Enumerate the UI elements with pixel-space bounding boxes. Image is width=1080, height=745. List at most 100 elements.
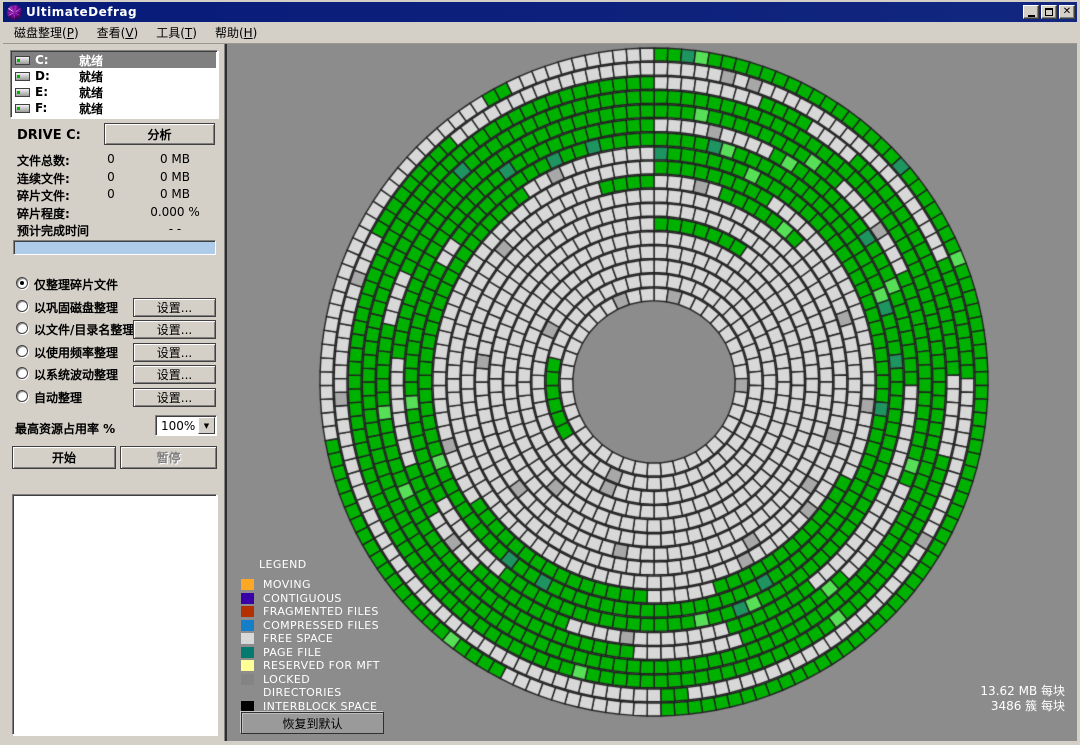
stat-label: 碎片程度: xyxy=(17,205,70,222)
block-info: 13.62 MB 每块 3486 簇 每块 xyxy=(980,684,1065,714)
titlebar[interactable]: UltimateDefrag ✕ xyxy=(3,2,1077,22)
method-radio[interactable] xyxy=(16,322,28,334)
legend-swatch xyxy=(241,701,254,712)
control-panel: C:就绪D:就绪E:就绪F:就绪 DRIVE C: 分析 文件总数:00 MB连… xyxy=(3,44,225,741)
drive-list[interactable]: C:就绪D:就绪E:就绪F:就绪 xyxy=(10,50,218,118)
legend-item: CONTIGUOUS xyxy=(241,592,380,605)
minimize-icon xyxy=(1028,15,1035,17)
block-clusters-label: 3486 簇 每块 xyxy=(980,699,1065,714)
pause-button[interactable]: 暂停 xyxy=(120,446,217,469)
close-button[interactable]: ✕ xyxy=(1059,5,1075,19)
legend-swatch xyxy=(241,593,254,604)
drive-icon xyxy=(15,72,30,81)
method-row: 以巩固磁盘整理设置... xyxy=(3,298,224,318)
start-button[interactable]: 开始 xyxy=(12,446,116,469)
legend-swatch xyxy=(241,647,254,658)
drive-letter: C: xyxy=(35,53,79,67)
settings-button[interactable]: 设置... xyxy=(133,365,216,384)
drive-row-d[interactable]: D:就绪 xyxy=(12,68,216,84)
drive-status: 就绪 xyxy=(79,68,103,85)
method-radio[interactable] xyxy=(16,345,28,357)
method-label[interactable]: 以系统波动整理 xyxy=(34,366,118,383)
window-title: UltimateDefrag xyxy=(26,5,137,19)
log-listbox[interactable] xyxy=(12,494,217,735)
stat-row: 碎片程度:0.000 % xyxy=(3,205,224,221)
legend-item: FRAGMENTED FILES xyxy=(241,605,380,618)
block-size-label: 13.62 MB 每块 xyxy=(980,684,1065,699)
method-label[interactable]: 以使用频率整理 xyxy=(34,344,118,361)
stat-row: 碎片文件: 00 MB xyxy=(3,187,224,203)
close-icon: ✕ xyxy=(1063,7,1071,17)
legend-label: FREE SPACE xyxy=(263,632,333,645)
legend-item: INTERBLOCK SPACE xyxy=(241,700,380,713)
menu-help[interactable]: 帮助(H) xyxy=(206,22,266,43)
legend-label: MOVING xyxy=(263,578,311,591)
analyze-button[interactable]: 分析 xyxy=(104,123,215,145)
legend-label: PAGE FILE xyxy=(263,646,321,659)
settings-button[interactable]: 设置... xyxy=(133,320,216,339)
legend-title: LEGEND xyxy=(259,558,380,571)
stat-size: 0 MB xyxy=(133,187,217,201)
stat-size: 0 MB xyxy=(133,170,217,184)
drive-row-c[interactable]: C:就绪 xyxy=(12,52,216,68)
resource-usage-label: 最高资源占用率 % xyxy=(15,420,115,437)
progress-bar xyxy=(13,240,216,255)
drive-icon xyxy=(15,104,30,113)
legend-swatch xyxy=(241,687,254,698)
method-radio[interactable] xyxy=(16,300,28,312)
stat-count: 0 xyxy=(91,187,131,201)
legend-swatch xyxy=(241,620,254,631)
drive-status: 就绪 xyxy=(79,52,103,69)
minimize-button[interactable] xyxy=(1023,5,1039,19)
method-label[interactable]: 以巩固磁盘整理 xyxy=(34,299,118,316)
stat-label: 碎片文件: xyxy=(17,187,70,204)
method-row: 仅整理碎片文件 xyxy=(3,275,224,295)
legend-item: PAGE FILE xyxy=(241,646,380,659)
drive-status: 就绪 xyxy=(79,84,103,101)
method-label[interactable]: 仅整理碎片文件 xyxy=(34,276,118,293)
legend-item: MOVING xyxy=(241,578,380,591)
menubar: 磁盘整理(P) 查看(V) 工具(T) 帮助(H) xyxy=(3,22,1077,44)
chevron-down-icon[interactable]: ▼ xyxy=(198,417,215,434)
method-row: 自动整理 设置... xyxy=(3,388,224,408)
legend: LEGEND MOVINGCONTIGUOUSFRAGMENTED FILESC… xyxy=(241,558,380,713)
drive-letter: F: xyxy=(35,101,79,115)
stat-label: 预计完成时间 xyxy=(17,222,89,239)
drive-row-f[interactable]: F:就绪 xyxy=(12,100,216,116)
method-radio[interactable] xyxy=(16,367,28,379)
maximize-icon xyxy=(1045,8,1053,16)
resource-usage-value: 100% xyxy=(161,419,195,433)
legend-swatch xyxy=(241,579,254,590)
settings-button[interactable]: 设置... xyxy=(133,298,216,317)
legend-label: INTERBLOCK SPACE xyxy=(263,700,377,713)
drive-icon xyxy=(15,88,30,97)
resource-usage-select[interactable]: 100% ▼ xyxy=(155,415,217,436)
method-row: 以使用频率整理设置... xyxy=(3,343,224,363)
menu-defrag[interactable]: 磁盘整理(P) xyxy=(5,22,88,43)
legend-label: FRAGMENTED FILES xyxy=(263,605,379,618)
legend-label: RESERVED FOR MFT xyxy=(263,659,380,672)
drive-icon xyxy=(15,56,30,65)
legend-item: FREE SPACE xyxy=(241,632,380,645)
stat-row: 文件总数:00 MB xyxy=(3,152,224,168)
method-radio[interactable] xyxy=(16,390,28,402)
stat-row: 预计完成时间- - xyxy=(3,222,224,238)
drive-title: DRIVE C: xyxy=(17,128,81,143)
settings-button[interactable]: 设置... xyxy=(133,388,216,407)
drive-row-e[interactable]: E:就绪 xyxy=(12,84,216,100)
legend-swatch xyxy=(241,660,254,671)
method-radio[interactable] xyxy=(16,277,28,289)
drive-letter: D: xyxy=(35,69,79,83)
drive-status: 就绪 xyxy=(79,100,103,117)
restore-defaults-button[interactable]: 恢复到默认 xyxy=(241,712,384,734)
menu-view[interactable]: 查看(V) xyxy=(88,22,148,43)
stat-count: 0 xyxy=(91,170,131,184)
method-label[interactable]: 以文件/目录名整理 xyxy=(34,321,134,338)
method-row: 以系统波动整理设置... xyxy=(3,365,224,385)
settings-button[interactable]: 设置... xyxy=(133,343,216,362)
legend-items: MOVINGCONTIGUOUSFRAGMENTED FILESCOMPRESS… xyxy=(241,578,380,713)
menu-tools[interactable]: 工具(T) xyxy=(147,22,206,43)
method-label[interactable]: 自动整理 xyxy=(34,389,82,406)
legend-item: LOCKED xyxy=(241,673,380,686)
maximize-button[interactable] xyxy=(1041,5,1057,19)
